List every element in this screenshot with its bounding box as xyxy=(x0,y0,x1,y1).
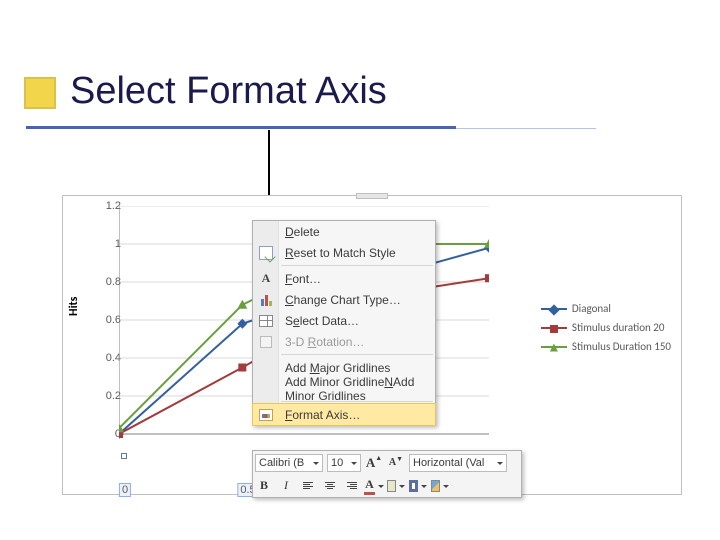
axis-icon-icon xyxy=(257,406,275,424)
font-size-select[interactable]: 10 xyxy=(327,454,361,472)
table-icon-icon xyxy=(257,312,275,330)
ytick: 0.6 xyxy=(97,314,121,326)
arrange-button[interactable] xyxy=(430,476,450,496)
legend-item[interactable]: Stimulus duration 20 xyxy=(541,321,671,334)
font-color-icon: A xyxy=(364,477,375,495)
menu-item-label: Add Major Gridlines xyxy=(285,361,390,375)
italic-button[interactable]: I xyxy=(276,476,296,496)
legend-item[interactable]: Stimulus Duration 150 xyxy=(541,340,671,353)
ytick: 1.2 xyxy=(97,200,121,212)
ytick: 0.8 xyxy=(97,276,121,288)
blank-icon xyxy=(257,380,275,398)
menu-item-label: Add Minor GridlineNAdd Minor Gridlines xyxy=(285,375,427,403)
menu-item-chgtype[interactable]: Change Chart Type… xyxy=(253,289,435,310)
menu-item-seldata[interactable]: Select Data… xyxy=(253,310,435,331)
blank-icon xyxy=(257,223,275,241)
grow-font-button[interactable]: A▲ xyxy=(364,453,384,473)
menu-item-mingrid[interactable]: Add Minor GridlineNAdd Minor Gridlines xyxy=(253,378,435,399)
line-swatch-icon xyxy=(409,480,418,492)
chevron-down-icon xyxy=(494,457,503,469)
menu-item-label: Select Data… xyxy=(285,314,359,328)
reset-icon-icon xyxy=(257,244,275,262)
shrink-font-button[interactable]: A▼ xyxy=(386,453,406,473)
mini-toolbar[interactable]: Calibri (B 10 A▲ A▼ Horizontal (Val B I … xyxy=(252,450,522,498)
A-icon: A xyxy=(257,270,275,288)
bold-button[interactable]: B xyxy=(254,476,274,496)
legend-label: Stimulus duration 20 xyxy=(572,321,665,334)
outline-color-button[interactable] xyxy=(408,476,428,496)
menu-item-label: Font… xyxy=(285,272,321,286)
menu-item-label: Format Axis… xyxy=(285,408,360,422)
align-center-button[interactable] xyxy=(320,476,340,496)
square-marker-icon xyxy=(541,327,567,329)
align-right-button[interactable] xyxy=(342,476,362,496)
legend-label: Stimulus Duration 150 xyxy=(572,340,671,353)
arrange-icon xyxy=(431,480,440,492)
ytick: 1 xyxy=(97,238,121,250)
menu-item-delete[interactable]: Delete xyxy=(253,221,435,242)
y-axis-label: Hits xyxy=(67,297,81,316)
chart-icon-icon xyxy=(257,291,275,309)
font-color-button[interactable]: A xyxy=(364,476,384,496)
blank-icon xyxy=(257,359,275,377)
legend-item[interactable]: Diagonal xyxy=(541,302,671,315)
triangle-marker-icon xyxy=(541,346,567,348)
font-name-select[interactable]: Calibri (B xyxy=(255,454,323,472)
title-underline xyxy=(26,126,456,129)
menu-item-rot3d: 3-D Rotation… xyxy=(253,331,435,352)
title-bullet xyxy=(26,79,54,107)
align-left-icon xyxy=(303,482,313,489)
fill-swatch-icon xyxy=(387,480,396,492)
chart-element-value: Horizontal (Val xyxy=(413,457,484,469)
menu-separator xyxy=(281,265,433,266)
menu-item-label: Change Chart Type… xyxy=(285,293,401,307)
font-name-value: Calibri (B xyxy=(259,457,304,469)
menu-item-fmtaxis[interactable]: Format Axis… xyxy=(253,404,435,425)
align-center-icon xyxy=(325,482,335,489)
ytick: 0.4 xyxy=(97,352,121,364)
menu-item-reset[interactable]: Reset to Match Style xyxy=(253,242,435,263)
align-right-icon xyxy=(347,482,357,489)
context-menu[interactable]: Delete Reset to Match Style A Font… Change C… xyxy=(252,220,436,426)
align-left-button[interactable] xyxy=(298,476,318,496)
slide-title: Select Format Axis xyxy=(70,70,387,113)
ytick: 0 xyxy=(97,428,121,440)
menu-item-font[interactable]: A Font… xyxy=(253,268,435,289)
chart-element-select[interactable]: Horizontal (Val xyxy=(409,454,507,472)
cube-icon-icon xyxy=(257,333,275,351)
ytick: 0.2 xyxy=(97,390,121,402)
menu-item-label: Reset to Match Style xyxy=(285,246,396,260)
menu-item-label: 3-D Rotation… xyxy=(285,335,364,349)
menu-separator xyxy=(281,354,433,355)
fill-color-button[interactable] xyxy=(386,476,406,496)
diamond-marker-icon xyxy=(541,308,567,310)
axis-handle[interactable] xyxy=(121,453,127,459)
legend-label: Diagonal xyxy=(572,302,611,315)
menu-item-label: Delete xyxy=(285,225,320,239)
xtick[interactable]: 0 xyxy=(120,484,130,496)
chevron-down-icon xyxy=(310,457,319,469)
font-size-value: 10 xyxy=(331,457,343,469)
chart-legend[interactable]: Diagonal Stimulus duration 20 Stimulus D… xyxy=(541,296,671,359)
chevron-down-icon xyxy=(348,457,357,469)
